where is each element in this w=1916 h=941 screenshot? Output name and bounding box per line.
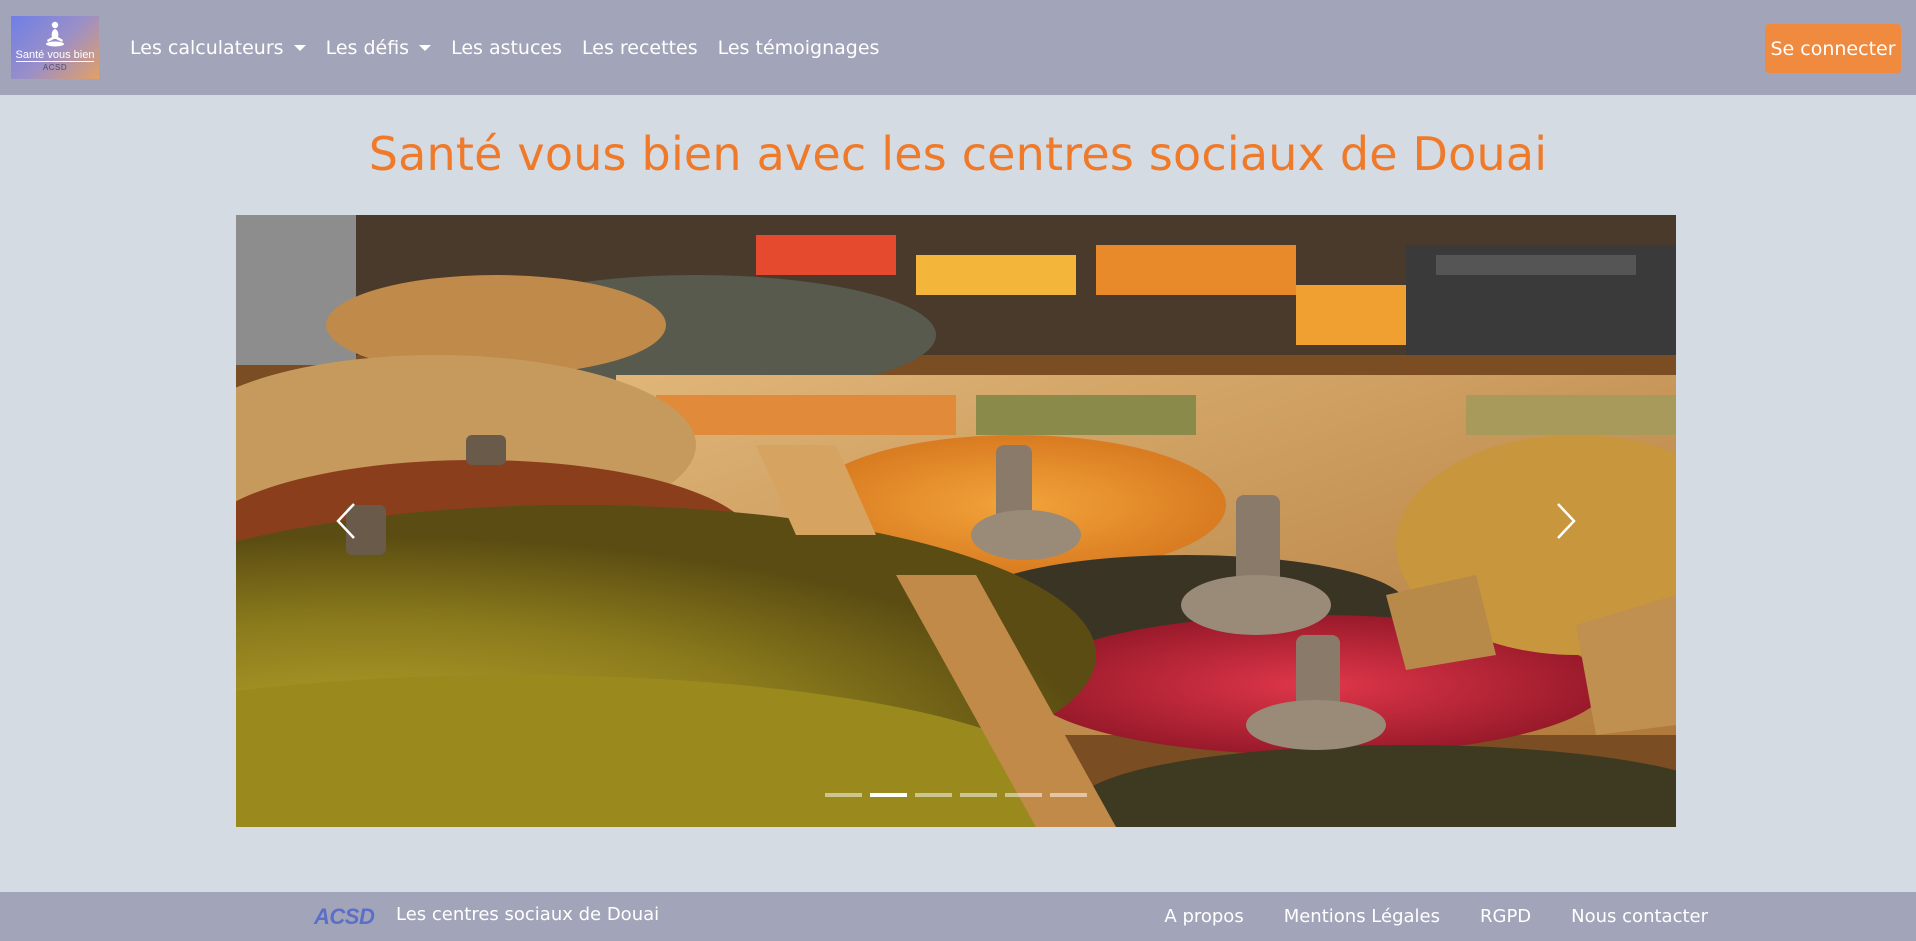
carousel-prev-button[interactable] bbox=[316, 491, 376, 551]
nav-item-label: Les défis bbox=[325, 36, 410, 59]
logo-subtitle: ACSD bbox=[42, 63, 68, 72]
chevron-left-icon bbox=[336, 503, 355, 539]
footer-link-about[interactable]: A propos bbox=[1164, 906, 1243, 927]
footer-link-contact[interactable]: Nous contacter bbox=[1571, 906, 1708, 927]
carousel-indicator[interactable] bbox=[870, 793, 907, 797]
image-carousel[interactable] bbox=[236, 215, 1676, 827]
logo-title: Santé vous bien bbox=[15, 49, 95, 62]
page-title: Santé vous bien avec les centres sociaux… bbox=[368, 127, 1548, 181]
meditation-icon bbox=[46, 21, 64, 47]
footer-link-rgpd[interactable]: RGPD bbox=[1480, 906, 1531, 927]
nav-item-calculateurs[interactable]: Les calculateurs bbox=[120, 37, 316, 59]
carousel-indicator[interactable] bbox=[825, 793, 862, 797]
nav-item-recettes[interactable]: Les recettes bbox=[572, 37, 708, 59]
carousel-indicator[interactable] bbox=[1050, 793, 1087, 797]
nav-item-label: Les témoignages bbox=[717, 36, 880, 59]
login-button[interactable]: Se connecter bbox=[1765, 24, 1901, 73]
carousel-indicator[interactable] bbox=[960, 793, 997, 797]
main-nav: Les calculateurs Les défis Les astuces L… bbox=[120, 0, 889, 95]
carousel-indicators bbox=[236, 793, 1676, 797]
footer: ACSD Les centres sociaux de Douai A prop… bbox=[0, 892, 1916, 941]
caret-down-icon bbox=[293, 44, 306, 51]
nav-item-defis[interactable]: Les défis bbox=[316, 37, 442, 59]
footer-links: A propos Mentions Légales RGPD Nous cont… bbox=[1164, 906, 1708, 927]
footer-brand: Les centres sociaux de Douai bbox=[396, 904, 660, 925]
carousel-indicator[interactable] bbox=[915, 793, 952, 797]
carousel-indicator[interactable] bbox=[1005, 793, 1042, 797]
nav-item-astuces[interactable]: Les astuces bbox=[441, 37, 572, 59]
site-logo[interactable]: Santé vous bien ACSD bbox=[11, 16, 99, 79]
nav-item-temoignages[interactable]: Les témoignages bbox=[708, 37, 890, 59]
nav-item-label: Les recettes bbox=[582, 36, 698, 59]
caret-down-icon bbox=[419, 44, 432, 51]
chevron-right-icon bbox=[1557, 503, 1576, 539]
footer-logo[interactable]: ACSD bbox=[314, 904, 375, 930]
nav-item-label: Les calculateurs bbox=[130, 36, 284, 59]
carousel-next-button[interactable] bbox=[1536, 491, 1596, 551]
top-navbar: Santé vous bien ACSD Les calculateurs Le… bbox=[0, 0, 1916, 95]
carousel-slide-image bbox=[236, 215, 1676, 827]
nav-item-label: Les astuces bbox=[451, 36, 563, 59]
footer-link-legal[interactable]: Mentions Légales bbox=[1284, 906, 1440, 927]
